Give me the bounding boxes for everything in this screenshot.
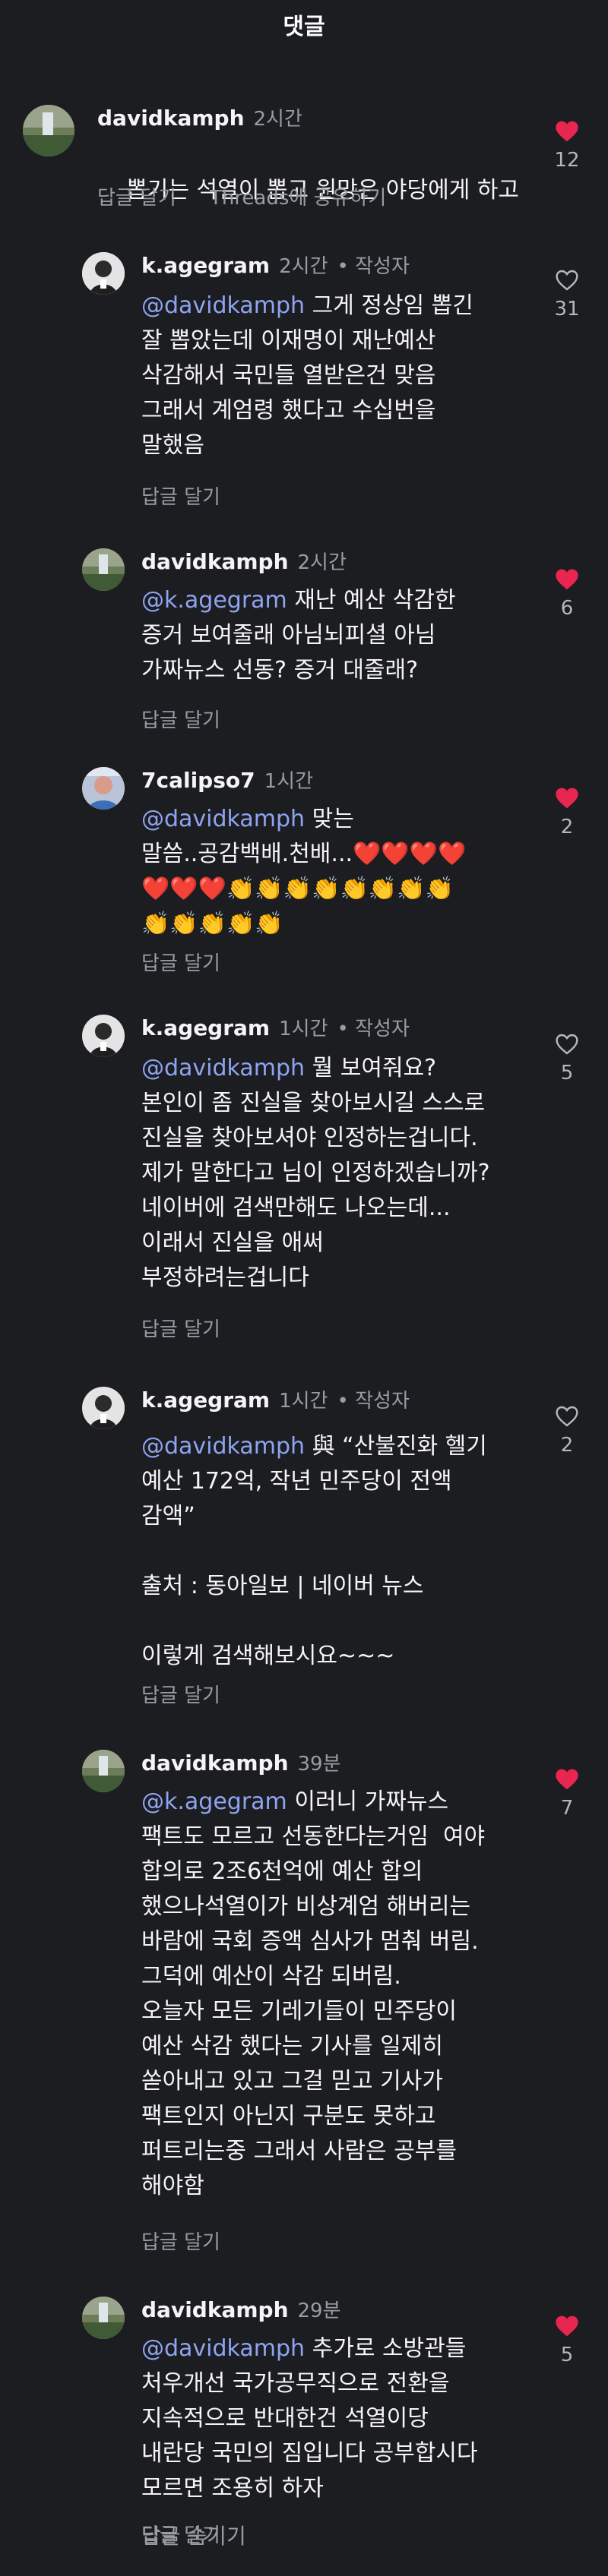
reply-button[interactable]: 답글 달기 xyxy=(141,481,220,510)
username[interactable]: davidkamph xyxy=(97,106,245,131)
like-count: 12 xyxy=(554,149,580,172)
username[interactable]: davidkamph xyxy=(141,549,289,574)
timestamp: 1시간 xyxy=(264,770,313,793)
username[interactable]: k.agegram xyxy=(141,1015,270,1040)
mention-link[interactable]: @davidkamph xyxy=(141,806,305,832)
heart-filled-icon xyxy=(556,569,578,590)
heart-outline-icon xyxy=(556,1034,578,1055)
username[interactable]: davidkamph xyxy=(141,2297,289,2322)
like-button[interactable]: 2 xyxy=(552,787,582,838)
reply-button[interactable]: 답글 달기 xyxy=(97,182,176,210)
mention-link[interactable]: @davidkamph xyxy=(141,2335,305,2362)
avatar[interactable] xyxy=(82,548,125,591)
like-button[interactable]: 12 xyxy=(552,120,582,172)
avatar[interactable] xyxy=(82,2297,125,2339)
comment-body: 與 “산불진화 헬기 예산 172억, 작년 민주당이 전액 감액” 출처 : … xyxy=(141,1433,487,1669)
author-badge: • 작성자 xyxy=(337,1018,410,1040)
avatar[interactable] xyxy=(82,1015,125,1057)
timestamp: 39분 xyxy=(297,1753,341,1776)
heart-outline-icon xyxy=(556,1406,578,1427)
like-button[interactable]: 5 xyxy=(552,1033,582,1084)
reply-button[interactable]: 답글 달기 xyxy=(141,1680,220,1708)
avatar[interactable] xyxy=(82,1387,125,1429)
like-count: 6 xyxy=(560,597,574,620)
timestamp: 1시간 xyxy=(279,1390,328,1413)
like-button[interactable]: 2 xyxy=(552,1405,582,1457)
avatar[interactable] xyxy=(82,767,125,810)
timestamp: 2시간 xyxy=(253,108,302,131)
page-title: 댓글 xyxy=(283,14,325,40)
like-count: 2 xyxy=(560,1434,574,1457)
username[interactable]: k.agegram xyxy=(141,1387,270,1413)
timestamp: 1시간 xyxy=(279,1018,328,1040)
heart-filled-icon xyxy=(556,1769,578,1790)
heart-outline-icon xyxy=(556,270,578,291)
like-count: 5 xyxy=(560,1062,574,1084)
author-badge: • 작성자 xyxy=(337,255,410,278)
reply-button[interactable]: 답글 달기 xyxy=(141,2227,220,2255)
share-threads-button[interactable]: Threads에 공유하기 xyxy=(210,182,386,210)
comment-text: @davidkamph 與 “산불진화 헬기 예산 172억, 작년 민주당이 … xyxy=(141,1429,552,1674)
comment-body: 뭘 보여줘요? 본인이 좀 진실을 찾아보시길 스스로 진실을 찾아보셔야 인정… xyxy=(141,1055,490,1291)
comments-header: 댓글 xyxy=(0,0,608,49)
hide-replies-button[interactable]: 답글 숨기기 xyxy=(141,2520,246,2550)
comment-text: @davidkamph 그게 정상임 뽑긴 잘 뽑았는데 이재명이 재난예산 삭… xyxy=(141,289,552,463)
comment-text: @davidkamph 뭘 보여줘요? 본인이 좀 진실을 찾아보시길 스스로 … xyxy=(141,1051,567,1296)
reply-button[interactable]: 답글 달기 xyxy=(141,705,220,733)
like-count: 5 xyxy=(560,2344,574,2366)
like-count: 2 xyxy=(560,816,574,838)
heart-filled-icon xyxy=(556,121,578,142)
avatar[interactable] xyxy=(23,105,74,156)
mention-link[interactable]: @k.agegram xyxy=(141,587,287,614)
comment-body: 이러니 가짜뉴스 팩트도 모르고 선동한다는거임 여야 합의로 2조6천억에 예… xyxy=(141,1788,486,2199)
comment-text: @davidkamph 맞는 말씀..공감백배.천배...❤️❤️❤️❤️ ❤️… xyxy=(141,802,552,942)
username[interactable]: k.agegram xyxy=(141,253,270,278)
avatar[interactable] xyxy=(82,1750,125,1792)
avatar[interactable] xyxy=(82,252,125,295)
mention-link[interactable]: @davidkamph xyxy=(141,292,305,319)
timestamp: 2시간 xyxy=(279,255,328,278)
reply-button[interactable]: 답글 달기 xyxy=(141,1314,220,1342)
comment-text: @k.agegram 이러니 가짜뉴스 팩트도 모르고 선동한다는거임 여야 합… xyxy=(141,1785,567,2204)
comment-text: @k.agegram 재난 예산 삭감한 증거 보여줄래 아님뇌피셜 아님 가짜… xyxy=(141,583,552,688)
reply-button[interactable]: 답글 달기 xyxy=(141,948,220,976)
author-badge: • 작성자 xyxy=(337,1390,410,1413)
timestamp: 2시간 xyxy=(297,551,347,574)
mention-link[interactable]: @davidkamph xyxy=(141,1433,305,1460)
like-button[interactable]: 6 xyxy=(552,568,582,620)
mention-link[interactable]: @k.agegram xyxy=(141,1788,287,1815)
like-button[interactable]: 5 xyxy=(552,2315,582,2366)
mention-link[interactable]: @davidkamph xyxy=(141,1055,305,1081)
like-button[interactable]: 7 xyxy=(552,1768,582,1820)
username[interactable]: davidkamph xyxy=(141,1750,289,1776)
like-button[interactable]: 31 xyxy=(552,269,582,320)
comment-text: @davidkamph 추가로 소방관들 처우개선 국가공무직으로 전환을 지속… xyxy=(141,2331,567,2506)
timestamp: 29분 xyxy=(297,2300,341,2322)
like-count: 31 xyxy=(554,298,580,320)
like-count: 7 xyxy=(560,1797,574,1820)
username[interactable]: 7calipso7 xyxy=(141,768,255,793)
heart-filled-icon xyxy=(556,2316,578,2337)
heart-filled-icon xyxy=(556,788,578,809)
